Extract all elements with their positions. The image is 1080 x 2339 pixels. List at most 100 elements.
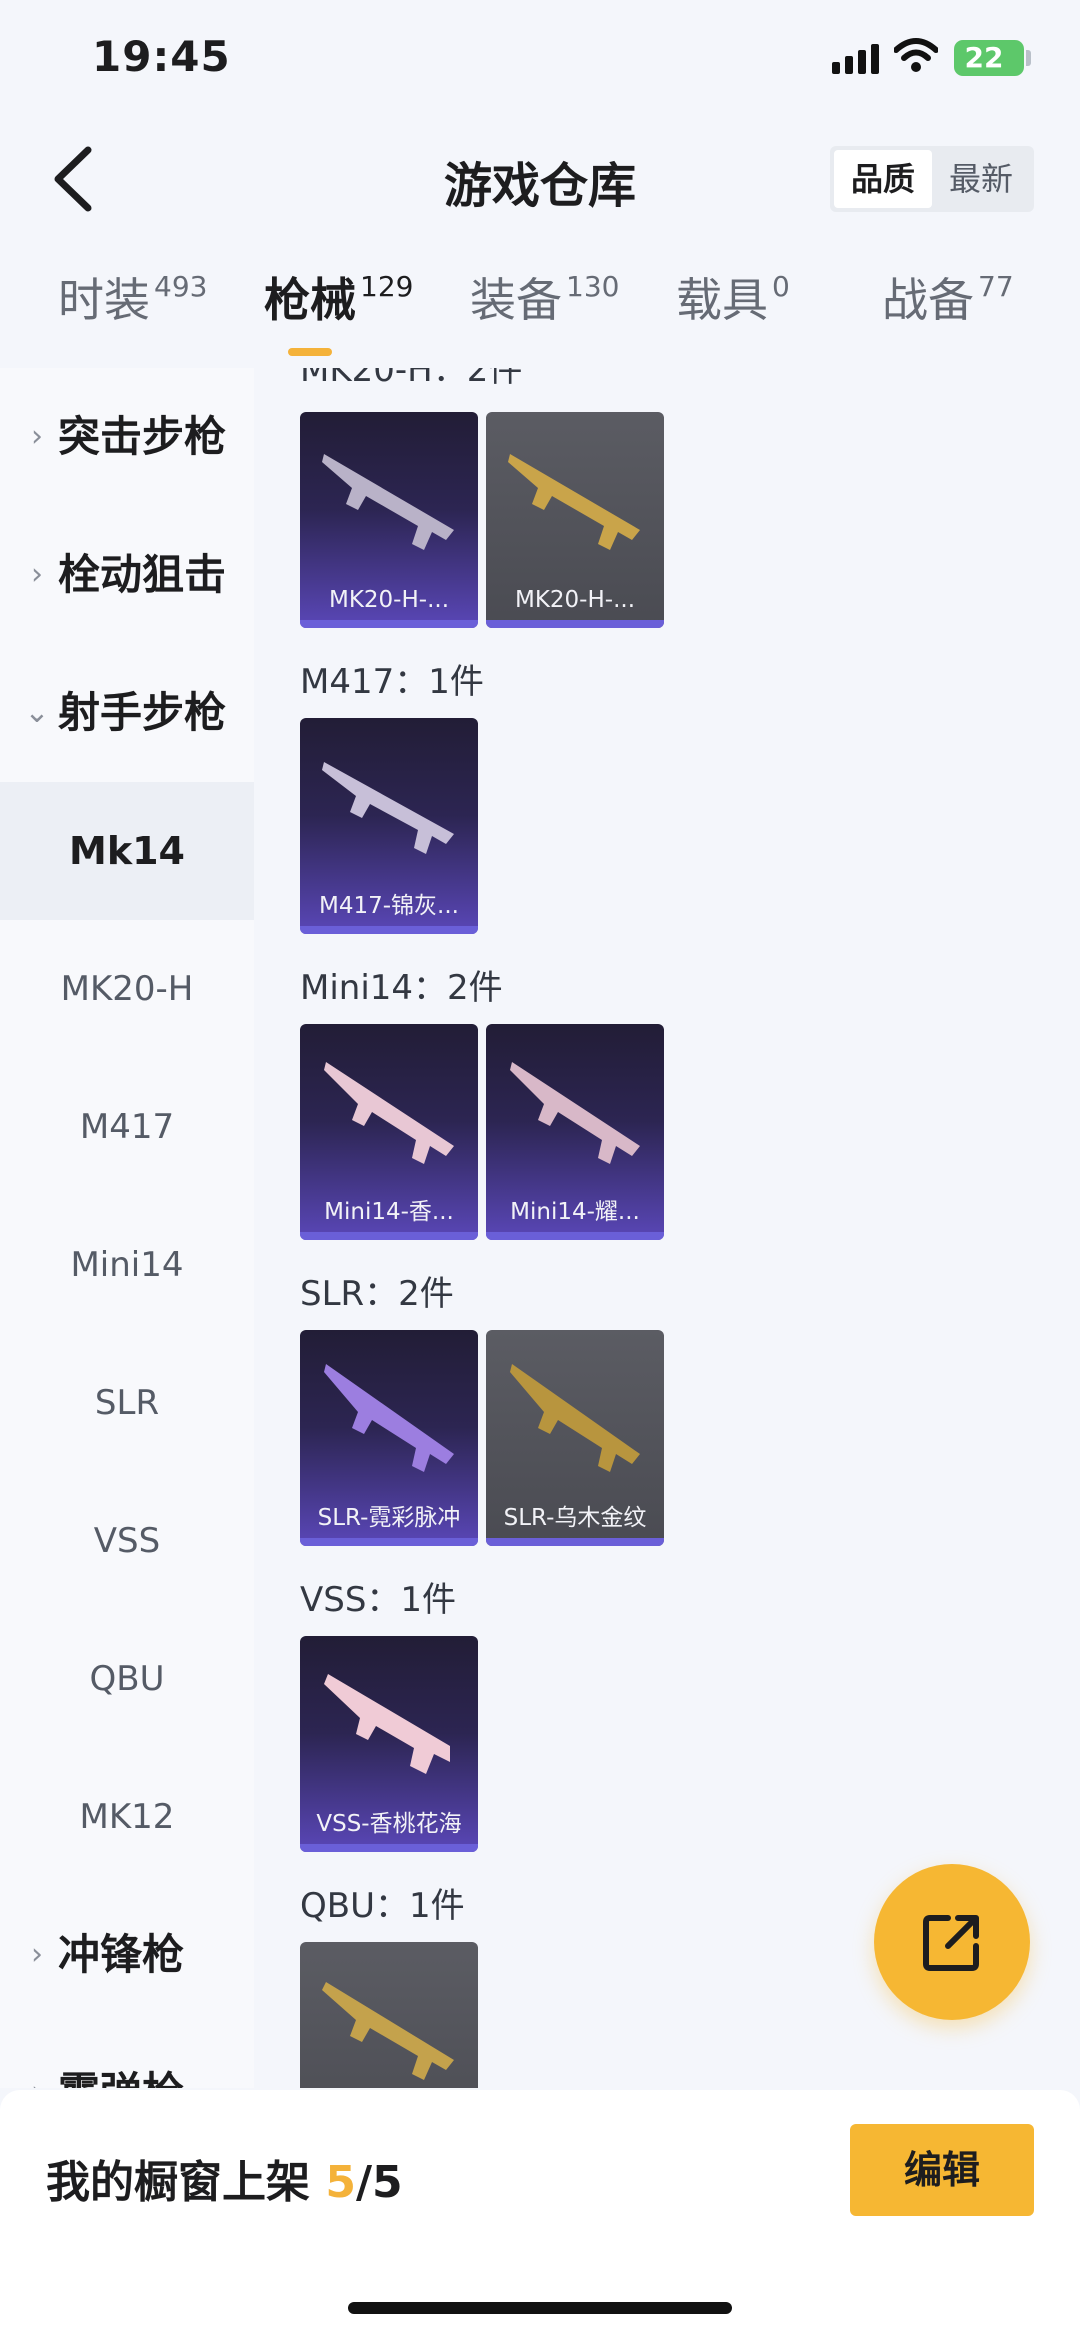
sidebar-category-assault-rifle[interactable]: › 突击步枪 <box>0 368 254 506</box>
group-title: QBU：1件 <box>300 1886 465 1926</box>
sidebar-item-mk12[interactable]: MK12 <box>0 1748 254 1886</box>
rifle-icon <box>510 1062 640 1164</box>
battery-cap <box>1026 50 1031 66</box>
tab-count: 493 <box>154 270 208 303</box>
weapon-card[interactable]: Mini14-耀... <box>486 1024 664 1240</box>
tab-count: 0 <box>772 270 790 303</box>
sidebar-item-mk20h[interactable]: MK20-H <box>0 920 254 1058</box>
weapon-card[interactable] <box>300 1942 478 2088</box>
showcase-label: 我的橱窗上架 <box>46 2157 310 2208</box>
weapon-card-label: SLR-霓彩脉冲 <box>317 1505 461 1531</box>
weapon-card[interactable]: Mini14-香... <box>300 1024 478 1240</box>
weapon-card-label: MK20-H-... <box>514 587 636 613</box>
active-tab-indicator <box>288 348 332 356</box>
chevron-down-icon: ⌄ <box>24 695 50 730</box>
group-title: Mini14：2件 <box>300 968 503 1008</box>
battery-level: 22 <box>964 41 1004 74</box>
sidebar-item-mini14[interactable]: Mini14 <box>0 1196 254 1334</box>
rifle-icon <box>322 454 454 550</box>
sidebar-item-m417[interactable]: M417 <box>0 1058 254 1196</box>
showcase-count-current: 5 <box>325 2157 356 2208</box>
tab-label: 载具 <box>676 273 768 327</box>
sidebar-item-mk14[interactable]: Mk14 <box>0 782 254 920</box>
rifle-icon <box>322 762 454 854</box>
chevron-right-icon: › <box>31 1937 43 1972</box>
weapon-card[interactable]: SLR-乌木金纹 <box>486 1330 664 1546</box>
sort-newest-button[interactable]: 最新 <box>932 150 1030 208</box>
rarity-bar <box>300 1232 478 1240</box>
rifle-icon <box>510 1364 640 1472</box>
rarity-bar <box>300 1538 478 1546</box>
rarity-bar <box>486 620 664 628</box>
sidebar-category-shotgun[interactable]: › 霰弹枪 <box>0 2024 254 2088</box>
status-time: 19:45 <box>92 32 231 81</box>
weapon-category-sidebar: › 突击步枪 › 栓动狙击 ⌄ 射手步枪 Mk14 MK20-H M417 Mi… <box>0 368 254 2088</box>
sort-quality-button[interactable]: 品质 <box>834 150 932 208</box>
rarity-bar <box>486 1538 664 1546</box>
sidebar-item-slr[interactable]: SLR <box>0 1334 254 1472</box>
signal-icon <box>832 44 879 74</box>
category-label: 栓动狙击 <box>58 550 227 599</box>
weapon-list: MK20-H：2件 MK20-H-... MK20-H-... M417：1件 … <box>254 368 1080 2088</box>
weapon-card[interactable]: M417-锦灰... <box>300 718 478 934</box>
weapon-card-label: Mini14-耀... <box>510 1199 640 1225</box>
group-title: VSS：1件 <box>300 1580 457 1620</box>
home-indicator[interactable] <box>348 2302 732 2314</box>
sidebar-category-bolt-sniper[interactable]: › 栓动狙击 <box>0 506 254 644</box>
sidebar-category-smg[interactable]: › 冲锋枪 <box>0 1886 254 2024</box>
sidebar-category-marksman-rifle[interactable]: ⌄ 射手步枪 <box>0 644 254 782</box>
rifle-icon <box>324 1062 454 1164</box>
tab-vehicles[interactable]: 载具 0 <box>676 264 790 354</box>
tab-fashion[interactable]: 时装 493 <box>58 264 207 354</box>
tab-supplies[interactable]: 战备 77 <box>882 264 1014 354</box>
weapon-card-label: MK20-H-... <box>328 587 450 613</box>
rifle-icon <box>322 1982 454 2080</box>
sidebar-item-vss[interactable]: VSS <box>0 1472 254 1610</box>
tab-label: 时装 <box>58 273 150 327</box>
rifle-icon <box>324 1674 450 1774</box>
weapon-card-label: M417-锦灰... <box>319 893 459 919</box>
edit-button[interactable]: 编辑 <box>850 2124 1034 2216</box>
share-icon <box>923 1915 979 1971</box>
wifi-icon <box>894 38 938 72</box>
battery-icon: 22 <box>954 40 1024 76</box>
sidebar-item-qbu[interactable]: QBU <box>0 1610 254 1748</box>
tab-equipment[interactable]: 装备 130 <box>470 264 619 354</box>
weapon-card[interactable]: SLR-霓彩脉冲 <box>300 1330 478 1546</box>
rifle-icon <box>324 1364 454 1472</box>
category-label: 突击步枪 <box>58 412 227 461</box>
sort-toggle[interactable]: 品质 最新 <box>830 146 1034 212</box>
category-label: 霰弹枪 <box>58 2024 184 2088</box>
tab-firearms[interactable]: 枪械 129 <box>264 264 413 354</box>
bottom-bar: 我的橱窗上架 5/5 编辑 <box>0 2090 1080 2339</box>
weapon-card[interactable]: MK20-H-... <box>300 412 478 628</box>
rarity-bar <box>300 926 478 934</box>
tab-label: 战备 <box>882 273 974 327</box>
rarity-bar <box>300 1844 478 1852</box>
weapon-card[interactable]: MK20-H-... <box>486 412 664 628</box>
category-label: 冲锋枪 <box>58 1930 185 1979</box>
rarity-bar <box>300 620 478 628</box>
weapon-card-label: VSS-香桃花海 <box>316 1811 462 1837</box>
category-tabs: 时装 493 枪械 129 装备 130 载具 0 战备 77 <box>0 264 1080 364</box>
rifle-icon <box>508 454 640 550</box>
share-button[interactable] <box>874 1864 1030 2020</box>
showcase-status: 我的橱窗上架 5/5 <box>46 2146 403 2210</box>
chevron-right-icon: › <box>31 419 43 454</box>
tab-label: 装备 <box>470 273 562 327</box>
group-title: SLR：2件 <box>300 1274 454 1314</box>
tab-count: 129 <box>360 270 414 303</box>
tab-label: 枪械 <box>264 273 356 327</box>
group-title: M417：1件 <box>300 662 484 702</box>
weapon-card-label: SLR-乌木金纹 <box>503 1505 647 1531</box>
group-title: MK20-H：2件 <box>300 368 523 390</box>
category-label: 射手步枪 <box>58 688 227 737</box>
showcase-count-total: /5 <box>355 2157 403 2208</box>
tab-count: 130 <box>566 270 620 303</box>
status-bar: 19:45 22 <box>0 0 1080 120</box>
rarity-bar <box>486 1232 664 1240</box>
chevron-right-icon: › <box>22 2024 52 2088</box>
weapon-card[interactable]: VSS-香桃花海 <box>300 1636 478 1852</box>
tab-count: 77 <box>978 270 1014 303</box>
weapon-card-label: Mini14-香... <box>324 1199 454 1225</box>
